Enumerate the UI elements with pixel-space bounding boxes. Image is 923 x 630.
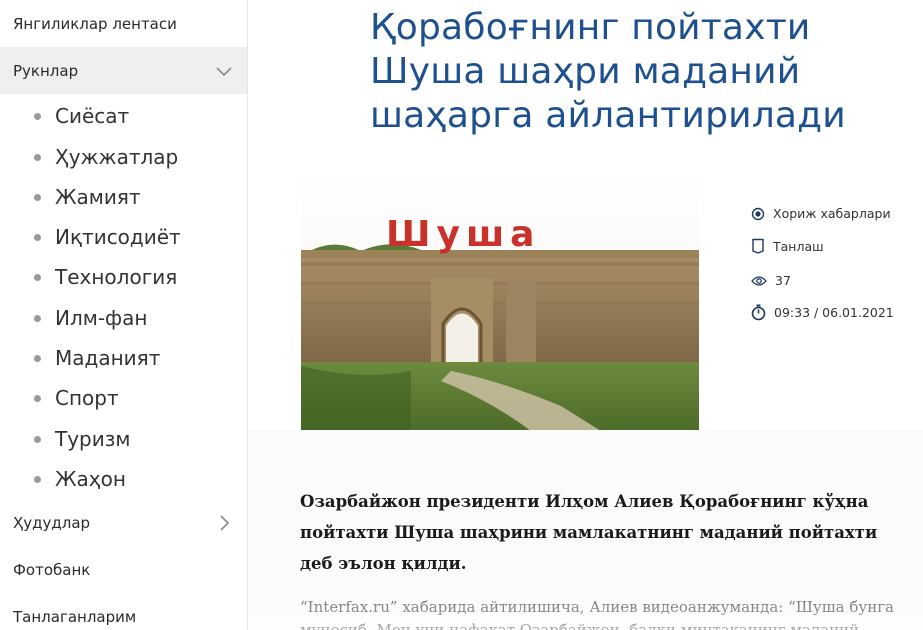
bullet-icon [34,475,41,483]
sidebar-subitem[interactable]: Спорт [34,384,119,412]
sidebar-subitem-label: Жаҳон [55,467,126,491]
sidebar-subitem-label: Жамият [55,185,141,209]
eye-icon [751,275,767,286]
sidebar-subitem[interactable]: Иқтисодиёт [34,223,181,251]
sidebar-subitem[interactable]: Сиёсат [34,102,129,130]
radio-dot-icon [751,207,765,220]
category-label: Хориж хабарлари [773,206,891,221]
bullet-icon [34,394,41,402]
article-image: Шуша [301,166,699,431]
article-body: “Interfax.ru” хабарида айтилишича, Алиев… [300,598,895,630]
sidebar-subitem[interactable]: Жаҳон [34,465,126,493]
bullet-icon [34,153,41,161]
sidebar-item-photobank[interactable]: Фотобанк [0,547,247,593]
sidebar-subitem-label: Иқтисодиёт [55,225,181,249]
bullet-icon [34,273,41,281]
sidebar-subitem[interactable]: Туризм [34,425,130,453]
sidebar-item-label: Рукнлар [13,61,79,80]
views-count: 37 [751,273,791,288]
bullet-icon [34,112,41,120]
sidebar-item-label: Танлаганларим [13,608,137,626]
sidebar-subitem[interactable]: Илм-фан [34,304,147,332]
sidebar-subitem-label: Технология [55,265,178,289]
sidebar-subitem[interactable]: Маданият [34,344,160,372]
sidebar-item-label: Фотобанк [13,561,91,579]
datetime-value: 09:33 / 06.01.2021 [774,305,894,320]
stopwatch-icon [751,304,766,321]
sidebar-subitem-label: Маданият [55,346,161,370]
sidebar-item-regions[interactable]: Ҳудудлар [0,500,247,546]
sidebar-item-label: Янгиликлар лентаси [13,14,177,33]
sidebar-subitem-label: Спорт [55,386,119,410]
chevron-right-icon[interactable] [215,514,233,532]
sidebar-subitem[interactable]: Ҳужжатлар [34,143,178,171]
chevron-down-icon[interactable] [215,62,233,80]
bookmark-button[interactable]: Танлаш [751,238,824,254]
sidebar-item-news-feed[interactable]: Янгиликлар лентаси [0,0,247,47]
sidebar-item-sections[interactable]: Рукнлар [0,47,247,94]
bookmark-label: Танлаш [773,238,824,254]
sidebar-item-favorites[interactable]: Танлаганларим [0,594,247,630]
sidebar-subitem[interactable]: Жамият [34,183,141,211]
sidebar-subitem-label: Сиёсат [55,104,130,128]
sidebar-item-label: Ҳудудлар [13,514,91,532]
bullet-icon [34,435,41,443]
article-title: Қорабоғнинг пойтахти Шуша шаҳри маданий … [370,7,846,136]
article-datetime: 09:33 / 06.01.2021 [751,304,894,321]
sidebar-subitem[interactable]: Технология [34,263,177,291]
image-sign-text: Шуша [386,214,540,255]
views-value: 37 [775,273,791,288]
sidebar-subitem-label: Туризм [55,427,131,451]
bullet-icon [34,354,41,362]
bullet-icon [34,314,41,322]
article-lead: Озарбайжон президенти Илҳом Алиев Қорабо… [300,492,878,573]
bullet-icon [34,233,41,241]
article-category[interactable]: Хориж хабарлари [751,206,891,221]
sidebar-subitem-label: Ҳужжатлар [55,145,179,169]
sidebar: Янгиликлар лентаси Рукнлар Сиёсат Ҳужжат… [0,0,248,630]
bullet-icon [34,193,41,201]
bookmark-icon [752,238,764,254]
sidebar-subitem-label: Илм-фан [55,306,148,330]
